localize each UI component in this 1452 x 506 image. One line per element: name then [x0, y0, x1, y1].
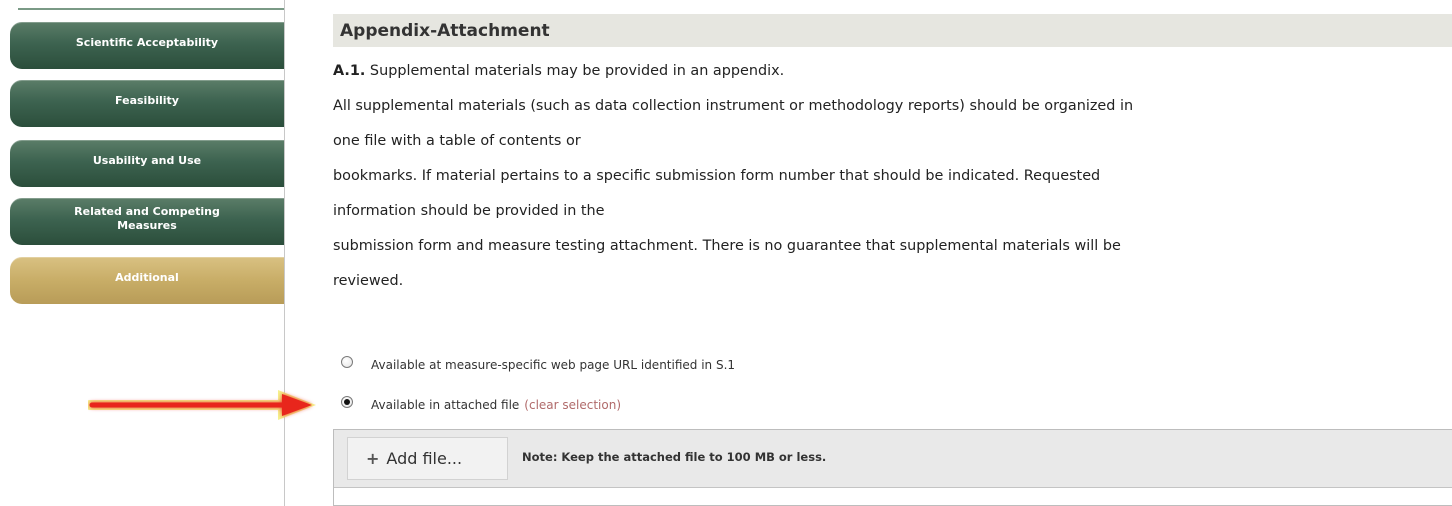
section-title: Appendix-Attachment: [333, 14, 1452, 47]
radio-web-page-url[interactable]: [341, 356, 353, 368]
question-text: Supplemental materials may be provided i…: [365, 63, 785, 79]
red-arrow-annotation: [88, 390, 316, 420]
add-file-label: Add file...: [386, 449, 463, 468]
option-attached-file-label[interactable]: Available in attached file: [371, 398, 519, 412]
sidebar: Scientific Acceptability Feasibility Usa…: [0, 0, 284, 506]
instruction-line-6: reviewed.: [333, 273, 404, 289]
sidebar-item-feasibility[interactable]: Feasibility: [10, 80, 284, 127]
instruction-line-1: All supplemental materials (such as data…: [333, 98, 1134, 114]
sidebar-item-scientific-acceptability[interactable]: Scientific Acceptability: [10, 22, 284, 69]
instruction-line-5: submission form and measure testing atta…: [333, 238, 1121, 254]
question-number: A.1.: [333, 63, 366, 79]
add-file-button[interactable]: + Add file...: [347, 437, 508, 480]
sidebar-border: [284, 0, 285, 506]
upload-toolbar: + Add file... Note: Keep the attached fi…: [334, 430, 1452, 488]
question-line: A.1. Supplemental materials may be provi…: [333, 63, 784, 79]
upload-size-note: Note: Keep the attached file to 100 MB o…: [522, 450, 827, 464]
radio-attached-file[interactable]: [341, 396, 353, 408]
clear-selection-link[interactable]: (clear selection): [524, 398, 621, 412]
sidebar-item-additional[interactable]: Additional: [10, 257, 284, 304]
option-web-page-label[interactable]: Available at measure-specific web page U…: [371, 358, 735, 372]
instruction-line-3: bookmarks. If material pertains to a spe…: [333, 168, 1101, 184]
option-web-page-row: Available at measure-specific web page U…: [341, 356, 735, 372]
sidebar-item-usability-and-use[interactable]: Usability and Use: [10, 140, 284, 187]
option-attached-file-row: Available in attached file (clear select…: [341, 396, 621, 412]
sidebar-divider-line: [18, 8, 284, 10]
plus-icon: +: [366, 449, 380, 468]
sidebar-item-related-and-competing-measures[interactable]: Related and Competing Measures: [10, 198, 284, 245]
instruction-line-4: information should be provided in the: [333, 203, 605, 219]
file-upload-panel: + Add file... Note: Keep the attached fi…: [333, 429, 1452, 506]
instruction-line-2: one file with a table of contents or: [333, 133, 581, 149]
